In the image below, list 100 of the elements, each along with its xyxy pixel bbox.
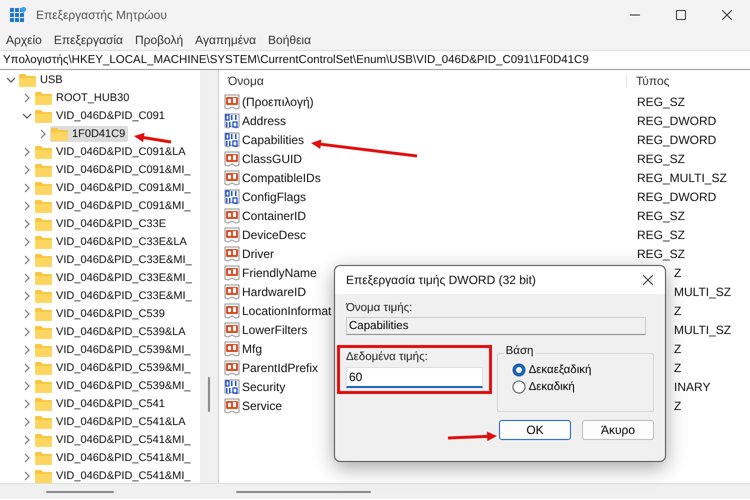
tree-item[interactable]: VID_046D&PID_C33E&MI_	[34, 270, 195, 286]
value-type: REG_SZ	[636, 94, 686, 108]
window-title: Επεξεργαστής Μητρώου	[36, 8, 168, 22]
value-name[interactable]: ClassGUID	[242, 152, 302, 166]
folder-icon	[35, 343, 52, 357]
binary-value-icon	[224, 112, 240, 128]
chevron-down-icon[interactable]	[6, 75, 16, 85]
tree-item[interactable]: VID_046D&PID_C091	[34, 108, 168, 124]
scrollbar-thumb[interactable]	[46, 491, 114, 493]
tree-item[interactable]: VID_046D&PID_C091&LA	[34, 144, 189, 160]
address-bar[interactable]: Υπολογιστής\HKEY_LOCAL_MACHINE\SYSTEM\CurrentControlSet\Enum\USB\VID_046D&PID_C091\1F0D41C9	[0, 50, 750, 70]
value-name[interactable]: Address	[242, 114, 286, 128]
value-name[interactable]: (Προεπιλογή)	[242, 94, 314, 108]
string-value-icon	[224, 360, 240, 376]
tree-item[interactable]: VID_046D&PID_C33E	[34, 216, 170, 232]
value-type: Z	[673, 266, 682, 280]
dialog-button[interactable]: Άκυρο	[582, 420, 654, 440]
tree-item[interactable]: ROOT_HUB30	[34, 90, 132, 106]
tree-item[interactable]: USB	[18, 72, 66, 88]
dialog-title: Επεξεργασία τιμής DWORD (32 bit)	[345, 273, 537, 287]
close-icon	[722, 10, 732, 20]
folder-icon	[35, 361, 52, 375]
value-name[interactable]: ConfigFlags	[242, 190, 306, 204]
menu-item[interactable]: Αρχείο	[2, 33, 50, 47]
value-name[interactable]: HardwareID	[242, 284, 306, 298]
tree-item[interactable]: VID_046D&PID_C33E&LA	[34, 234, 190, 250]
chevron-down-icon[interactable]	[22, 111, 32, 121]
tree-item[interactable]: VID_046D&PID_C541&MI_	[34, 450, 194, 466]
value-name[interactable]: DeviceDesc	[242, 228, 306, 242]
folder-icon	[35, 235, 52, 249]
folder-icon	[35, 145, 52, 159]
tree-item[interactable]: VID_046D&PID_C539	[34, 306, 168, 322]
value-name[interactable]: LocationInformat	[242, 304, 332, 318]
value-name[interactable]: ParentIdPrefix	[242, 360, 318, 374]
value-name[interactable]: Security	[242, 380, 286, 394]
folder-icon	[35, 109, 52, 123]
value-name[interactable]: LowerFilters	[242, 322, 308, 336]
folder-icon	[35, 199, 52, 213]
registry-app-icon	[10, 7, 26, 23]
tree-item[interactable]: VID_046D&PID_C541	[34, 396, 168, 412]
tree-item[interactable]: VID_046D&PID_C541&MI_	[34, 432, 194, 448]
string-value-icon	[224, 208, 240, 224]
value-name-field[interactable]: Capabilities	[346, 317, 646, 335]
string-value-icon	[224, 226, 240, 242]
value-name[interactable]: Capabilities	[242, 132, 304, 146]
column-header[interactable]: Όνομα	[219, 74, 627, 88]
value-type: REG_MULTI_SZ	[636, 170, 727, 184]
menu-item[interactable]: Βοήθεια	[264, 33, 320, 47]
value-name[interactable]: Driver	[242, 246, 274, 260]
folder-icon	[35, 451, 52, 465]
binary-value-icon	[224, 378, 240, 394]
value-name[interactable]: CompatibleIDs	[242, 170, 321, 184]
tree-item[interactable]: VID_046D&PID_C539&MI_	[34, 342, 194, 358]
tree-item[interactable]: VID_046D&PID_C33E&MI_	[34, 252, 195, 268]
value-name[interactable]: Service	[242, 398, 282, 412]
scrollbar-thumb[interactable]	[236, 491, 371, 493]
tree-item[interactable]: VID_046D&PID_C539&MI_	[34, 378, 194, 394]
value-type: Z	[673, 342, 682, 356]
menu-item[interactable]: Αγαπημένα	[191, 33, 264, 47]
folder-icon	[35, 217, 52, 231]
value-type: REG_SZ	[636, 228, 686, 242]
field-label: Δεδομένα τιμής:	[346, 351, 429, 363]
scrollbar-thumb[interactable]	[208, 377, 210, 412]
dialog-button[interactable]: OK	[499, 420, 571, 440]
radio-icon[interactable]	[512, 380, 526, 394]
menu-item[interactable]: Προβολή	[130, 33, 192, 47]
tree-item[interactable]: VID_046D&PID_C541&MI_	[34, 468, 194, 483]
folder-icon	[35, 379, 52, 393]
folder-icon	[35, 397, 52, 411]
tree-item[interactable]: VID_046D&PID_C541&LA	[34, 414, 189, 430]
value-name[interactable]: ContainerID	[242, 208, 306, 222]
value-name[interactable]: FriendlyName	[242, 266, 317, 280]
value-type: MULTI_SZ	[673, 322, 732, 336]
column-header[interactable]: Τύπος	[627, 74, 670, 88]
value-type: REG_DWORD	[636, 190, 716, 204]
tree-item[interactable]: VID_046D&PID_C539&LA	[34, 324, 189, 340]
radio-option[interactable]: Δεκαδική	[512, 380, 653, 394]
chevron-right-icon[interactable]	[22, 93, 32, 103]
field-label: Όνομα τιμής:	[346, 302, 414, 314]
value-type: Z	[673, 360, 682, 374]
tree-item[interactable]: VID_046D&PID_C539&MI_	[34, 360, 194, 376]
folder-icon	[19, 73, 36, 87]
folder-icon	[35, 163, 52, 177]
value-name[interactable]: Mfg	[242, 342, 262, 356]
tree-item[interactable]: VID_046D&PID_C091&MI_	[34, 180, 194, 196]
value-data-field[interactable]: 60	[346, 367, 483, 388]
folder-icon	[35, 307, 52, 321]
folder-icon	[35, 91, 52, 105]
radio-option[interactable]: Δεκαεξαδική	[512, 363, 653, 377]
tree-item[interactable]: 1F0D41C9	[50, 126, 128, 142]
folder-icon	[35, 415, 52, 429]
tree-item[interactable]: VID_046D&PID_C33E&MI_	[34, 288, 195, 304]
tree-item[interactable]: VID_046D&PID_C091&MI_	[34, 198, 194, 214]
radio-icon[interactable]	[512, 363, 526, 377]
string-value-icon	[224, 284, 240, 300]
binary-value-icon	[224, 188, 240, 204]
menu-item[interactable]: Επεξεργασία	[50, 33, 131, 47]
tree-item[interactable]: VID_046D&PID_C091&MI_	[34, 162, 194, 178]
folder-icon	[51, 127, 68, 141]
scrollbar-track[interactable]	[200, 70, 219, 483]
